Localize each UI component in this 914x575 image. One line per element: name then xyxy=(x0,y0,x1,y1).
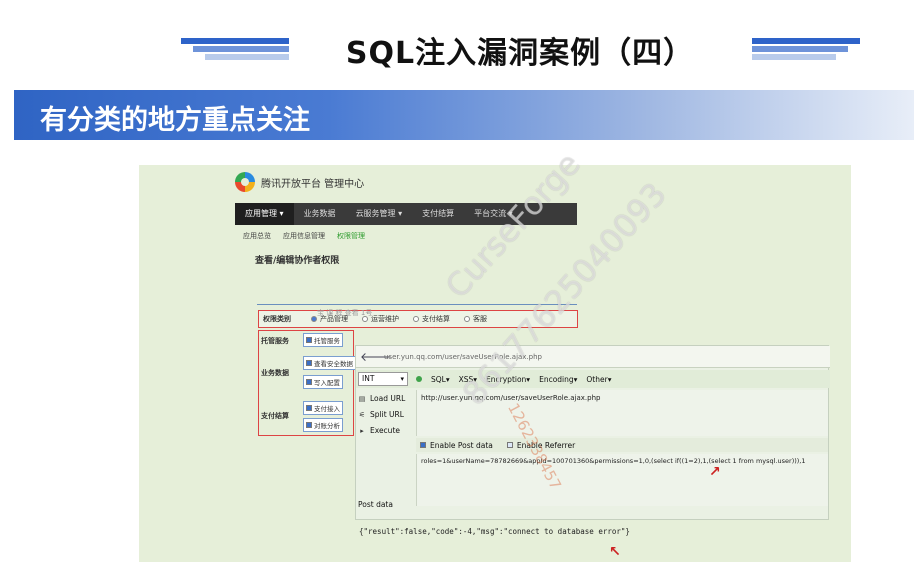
subnav-item-overview[interactable]: 应用总览 xyxy=(243,231,271,241)
embedded-screenshot: 腾讯开放平台 管理中心 应用管理 ▾ 业务数据 云服务管理 ▾ 支付结算 平台交… xyxy=(139,165,851,562)
enable-referrer-checkbox[interactable]: Enable Referrer xyxy=(506,441,575,450)
checkbox-payment-access[interactable]: 支付接入 xyxy=(303,401,343,415)
hackbar-toolbar: INT SQL▾ XSS▾ Encryption▾ Encoding▾ Othe… xyxy=(356,370,830,388)
divider-line xyxy=(257,304,577,305)
page-heading: 查看/编辑协作者权限 xyxy=(255,256,340,266)
checkbox-checked-icon[interactable] xyxy=(420,442,426,448)
group-label-payment: 支付结算 xyxy=(261,412,289,420)
checkbox-hosting[interactable]: 托管服务 xyxy=(303,333,343,347)
menu-encryption[interactable]: Encryption▾ xyxy=(486,375,530,384)
checkbox-reconcile[interactable]: 对账分析 xyxy=(303,418,343,432)
top-navigation: 应用管理 ▾ 业务数据 云服务管理 ▾ 支付结算 平台交流 ▾ xyxy=(235,203,577,225)
background-overlay-text: 宝 课 程 查看 1号 xyxy=(317,309,373,317)
title-decoration-left xyxy=(181,38,289,60)
radio-icon[interactable] xyxy=(413,316,419,322)
nav-item-platform[interactable]: 平台交流 ▾ xyxy=(464,203,523,225)
radio-icon[interactable] xyxy=(464,316,470,322)
permission-option-support[interactable]: 客服 xyxy=(464,314,487,324)
hackbar-panel: 🡐 user.yun.qq.com/user/saveUserRole.ajax… xyxy=(355,345,830,521)
post-data-textarea[interactable]: roles=1&userName=78782669&appId=10070136… xyxy=(416,454,828,506)
group-label-hosting: 托管服务 xyxy=(261,337,289,345)
permission-option-payment[interactable]: 支付结算 xyxy=(413,314,450,324)
title-decoration-right xyxy=(752,38,860,60)
checkbox-checked-icon[interactable] xyxy=(306,337,312,343)
permission-type-label: 权限类别 xyxy=(263,315,291,323)
section-header-bar: 有分类的地方重点关注 xyxy=(14,90,914,140)
execute-button[interactable]: ▸ Execute xyxy=(358,426,400,435)
back-arrow-icon[interactable]: 🡐 xyxy=(360,348,392,366)
nav-item-cloud-service[interactable]: 云服务管理 ▾ xyxy=(346,203,413,225)
int-select[interactable]: INT xyxy=(358,372,408,386)
browser-url-bar[interactable]: 🡐 user.yun.qq.com/user/saveUserRole.ajax… xyxy=(356,346,830,368)
red-arrow-icon-result: ↖ xyxy=(609,544,621,560)
tencent-logo-icon xyxy=(235,172,255,192)
checkbox-checked-icon[interactable] xyxy=(306,379,312,385)
browser-url-text[interactable]: user.yun.qq.com/user/saveUserRole.ajax.p… xyxy=(384,353,542,361)
split-icon: ⚟ xyxy=(358,410,366,419)
red-arrow-icon-payload: ↗ xyxy=(709,464,721,480)
load-url-button[interactable]: ▤ Load URL xyxy=(358,394,406,403)
checkbox-checked-icon[interactable] xyxy=(306,422,312,428)
url-textarea[interactable]: http://user.yun.qq.com/user/saveUserRole… xyxy=(416,390,828,436)
checkbox-checked-icon[interactable] xyxy=(306,360,312,366)
checkbox-checked-icon[interactable] xyxy=(306,405,312,411)
menu-other[interactable]: Other▾ xyxy=(586,375,611,384)
status-dot-icon xyxy=(416,376,422,382)
enable-post-checkbox[interactable]: Enable Post data xyxy=(420,441,493,450)
response-result-text: {"result":false,"code":-4,"msg":"connect… xyxy=(359,527,630,536)
sub-navigation: 应用总览 应用信息管理 权限管理 xyxy=(243,231,365,241)
subnav-item-permission[interactable]: 权限管理 xyxy=(337,231,365,241)
group-label-business: 业务数据 xyxy=(261,369,289,377)
post-options-row: Enable Post data Enable Referrer xyxy=(416,438,828,452)
nav-item-app-manage[interactable]: 应用管理 ▾ xyxy=(235,203,294,225)
section-title: 有分类的地方重点关注 xyxy=(40,105,310,136)
checkbox-write-config[interactable]: 写入配置 xyxy=(303,375,343,389)
brand-text: 腾讯开放平台 管理中心 xyxy=(261,178,365,190)
menu-sql[interactable]: SQL▾ xyxy=(431,375,450,384)
hackbar-side-buttons: ▤ Load URL ⚟ Split URL ▸ Execute Post data xyxy=(356,390,414,521)
split-url-button[interactable]: ⚟ Split URL xyxy=(358,410,404,419)
execute-icon: ▸ xyxy=(360,426,364,435)
subnav-item-app-info[interactable]: 应用信息管理 xyxy=(283,231,325,241)
slide-title: SQL注入漏洞案例（四） xyxy=(345,36,695,71)
menu-xss[interactable]: XSS▾ xyxy=(459,375,477,384)
nav-item-business-data[interactable]: 业务数据 xyxy=(294,203,346,225)
menu-encoding[interactable]: Encoding▾ xyxy=(539,375,577,384)
brand-header: 腾讯开放平台 管理中心 xyxy=(235,171,364,193)
permission-type-row: 权限类别 产品管理 运营维护 支付结算 客服 xyxy=(258,310,578,328)
nav-item-payment[interactable]: 支付结算 xyxy=(412,203,464,225)
load-icon: ▤ xyxy=(358,394,366,403)
checkbox-view-security-data[interactable]: 查看安全数据 xyxy=(303,356,356,370)
slide: SQL注入漏洞案例（四） 有分类的地方重点关注 腾讯开放平台 管理中心 应用管理… xyxy=(0,0,914,575)
post-data-label: Post data xyxy=(358,500,393,509)
checkbox-icon[interactable] xyxy=(506,442,513,448)
